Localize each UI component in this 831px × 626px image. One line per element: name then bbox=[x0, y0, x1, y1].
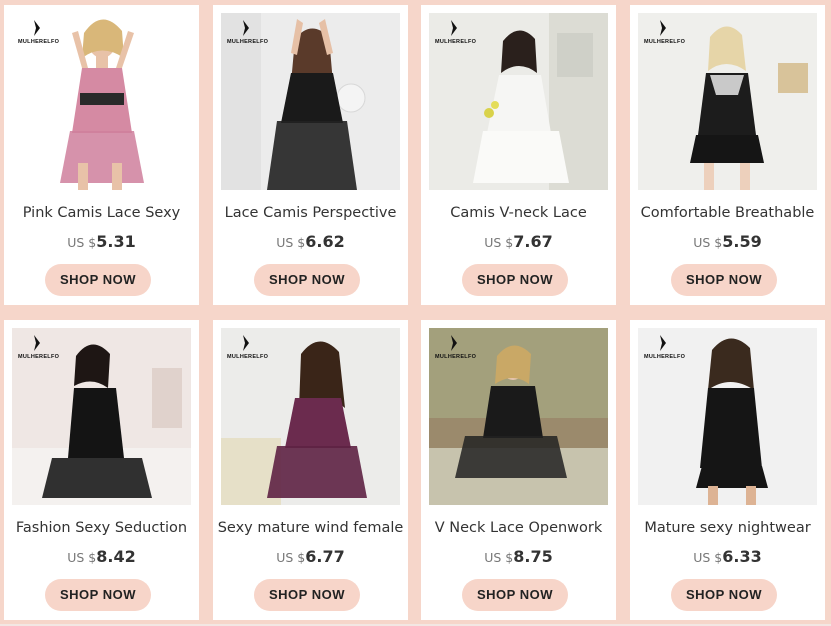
product-price: 6.77 bbox=[305, 547, 345, 566]
brand-logo-text: MULHERELFO bbox=[18, 354, 60, 360]
price-row: US $5.59 bbox=[630, 232, 825, 252]
product-title[interactable]: V Neck Lace Openwork bbox=[421, 520, 616, 536]
price-row: US $6.33 bbox=[630, 547, 825, 567]
shop-now-button[interactable]: SHOP NOW bbox=[671, 579, 777, 611]
product-price: 8.75 bbox=[513, 547, 553, 566]
product-card[interactable]: MULHERELFO Comfortable Breathable US $5.… bbox=[630, 5, 825, 305]
brand-logo: MULHERELFO bbox=[227, 19, 287, 51]
product-card[interactable]: MULHERELFO Fashion Sexy Seduction US $8.… bbox=[4, 320, 199, 620]
shop-now-button[interactable]: SHOP NOW bbox=[45, 579, 151, 611]
currency-label: US $ bbox=[693, 235, 723, 250]
product-title[interactable]: Pink Camis Lace Sexy bbox=[4, 205, 199, 221]
brand-logo: MULHERELFO bbox=[435, 19, 495, 51]
product-price: 7.67 bbox=[513, 232, 553, 251]
brand-logo-text: MULHERELFO bbox=[18, 39, 60, 45]
brand-logo: MULHERELFO bbox=[644, 334, 704, 366]
product-image[interactable]: MULHERELFO bbox=[221, 328, 400, 505]
brand-logo: MULHERELFO bbox=[18, 19, 78, 51]
product-title[interactable]: Mature sexy nightwear bbox=[630, 520, 825, 536]
product-image[interactable]: MULHERELFO bbox=[638, 328, 817, 505]
price-row: US $7.67 bbox=[421, 232, 616, 252]
product-card[interactable]: MULHERELFO Pink Camis Lace Sexy US $5.31… bbox=[4, 5, 199, 305]
product-price: 6.33 bbox=[722, 547, 762, 566]
currency-label: US $ bbox=[67, 550, 97, 565]
shop-now-button[interactable]: SHOP NOW bbox=[254, 579, 360, 611]
price-row: US $6.62 bbox=[213, 232, 408, 252]
product-price: 5.59 bbox=[722, 232, 762, 251]
shop-now-button[interactable]: SHOP NOW bbox=[462, 579, 568, 611]
product-image[interactable]: MULHERELFO bbox=[429, 328, 608, 505]
product-card[interactable]: MULHERELFO Sexy mature wind female US $6… bbox=[213, 320, 408, 620]
product-image[interactable]: MULHERELFO bbox=[429, 13, 608, 190]
price-row: US $8.42 bbox=[4, 547, 199, 567]
price-row: US $6.77 bbox=[213, 547, 408, 567]
brand-logo-text: MULHERELFO bbox=[227, 39, 269, 45]
price-row: US $8.75 bbox=[421, 547, 616, 567]
product-image[interactable]: MULHERELFO bbox=[12, 328, 191, 505]
currency-label: US $ bbox=[693, 550, 723, 565]
product-title[interactable]: Comfortable Breathable bbox=[630, 205, 825, 221]
product-image[interactable]: MULHERELFO bbox=[221, 13, 400, 190]
product-title[interactable]: Lace Camis Perspective bbox=[213, 205, 408, 221]
brand-logo: MULHERELFO bbox=[227, 334, 287, 366]
product-image[interactable]: MULHERELFO bbox=[12, 13, 191, 190]
product-title[interactable]: Camis V-neck Lace bbox=[421, 205, 616, 221]
product-image[interactable]: MULHERELFO bbox=[638, 13, 817, 190]
product-price: 6.62 bbox=[305, 232, 345, 251]
brand-logo-text: MULHERELFO bbox=[644, 39, 686, 45]
currency-label: US $ bbox=[484, 235, 514, 250]
price-row: US $5.31 bbox=[4, 232, 199, 252]
currency-label: US $ bbox=[484, 550, 514, 565]
currency-label: US $ bbox=[67, 235, 97, 250]
brand-logo: MULHERELFO bbox=[644, 19, 704, 51]
product-price: 8.42 bbox=[96, 547, 136, 566]
brand-logo: MULHERELFO bbox=[435, 334, 495, 366]
currency-label: US $ bbox=[276, 235, 306, 250]
product-card[interactable]: MULHERELFO V Neck Lace Openwork US $8.75… bbox=[421, 320, 616, 620]
product-grid: MULHERELFO Pink Camis Lace Sexy US $5.31… bbox=[0, 0, 831, 626]
brand-logo-text: MULHERELFO bbox=[435, 39, 477, 45]
shop-now-button[interactable]: SHOP NOW bbox=[254, 264, 360, 296]
product-price: 5.31 bbox=[96, 232, 136, 251]
brand-logo: MULHERELFO bbox=[18, 334, 78, 366]
currency-label: US $ bbox=[276, 550, 306, 565]
brand-logo-text: MULHERELFO bbox=[644, 354, 686, 360]
shop-now-button[interactable]: SHOP NOW bbox=[45, 264, 151, 296]
product-title[interactable]: Sexy mature wind female bbox=[213, 520, 408, 536]
brand-logo-text: MULHERELFO bbox=[435, 354, 477, 360]
product-card[interactable]: MULHERELFO Mature sexy nightwear US $6.3… bbox=[630, 320, 825, 620]
product-card[interactable]: MULHERELFO Camis V-neck Lace US $7.67 SH… bbox=[421, 5, 616, 305]
product-card[interactable]: MULHERELFO Lace Camis Perspective US $6.… bbox=[213, 5, 408, 305]
brand-logo-text: MULHERELFO bbox=[227, 354, 269, 360]
shop-now-button[interactable]: SHOP NOW bbox=[671, 264, 777, 296]
shop-now-button[interactable]: SHOP NOW bbox=[462, 264, 568, 296]
product-title[interactable]: Fashion Sexy Seduction bbox=[4, 520, 199, 536]
